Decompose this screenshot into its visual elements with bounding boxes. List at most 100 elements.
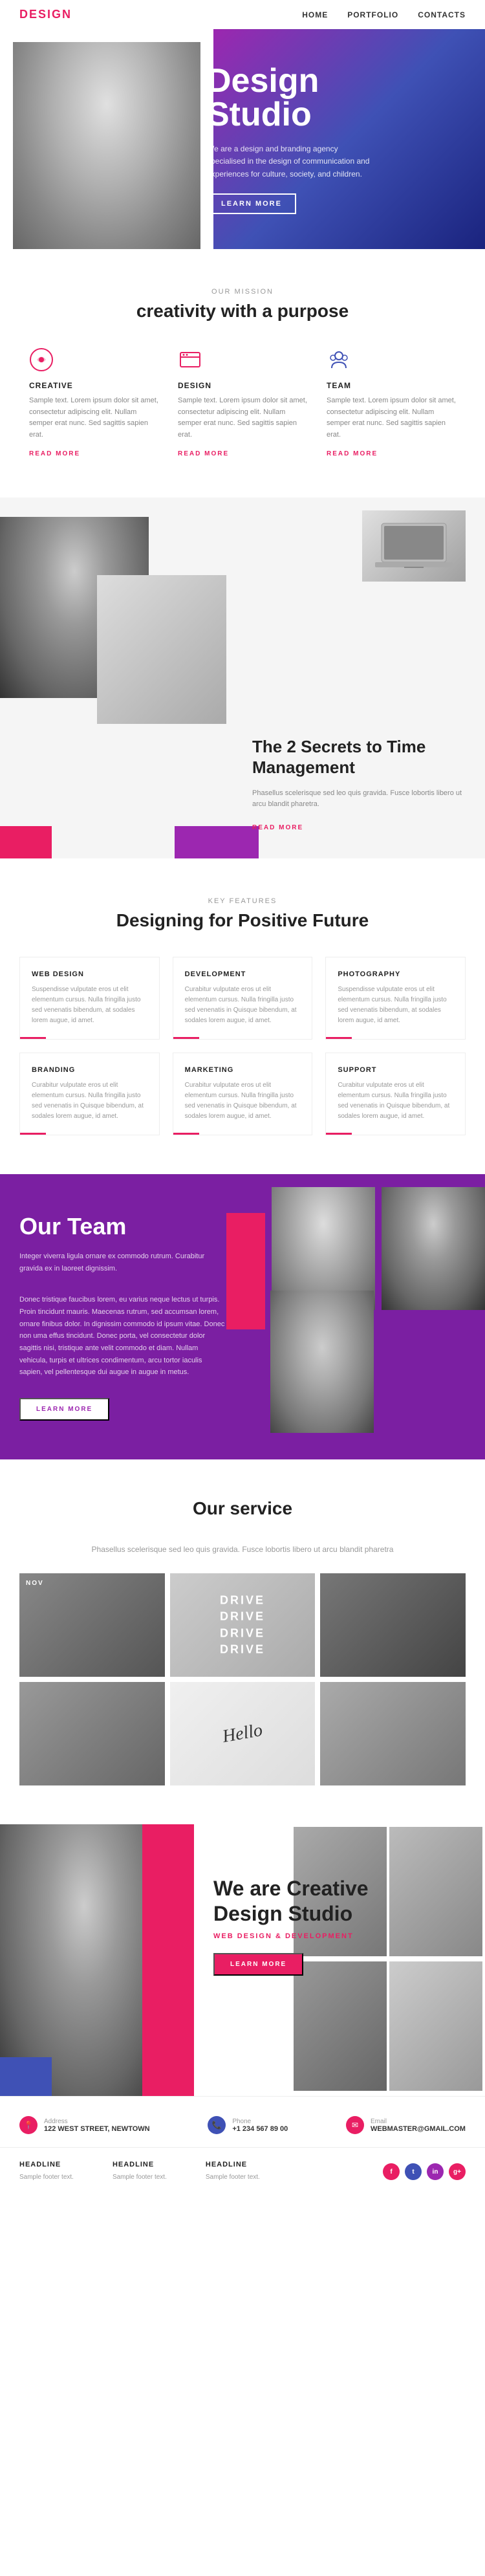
- feature-branding: BRANDING Curabitur vulputate eros ut eli…: [19, 1053, 160, 1135]
- nav-portfolio[interactable]: PORTFOLIO: [347, 10, 398, 19]
- service-cell-hello: Hello: [170, 1682, 316, 1785]
- footer-col-text-1: Sample footer text.: [113, 2172, 167, 2183]
- team-text: Sample text. Lorem ipsum dolor sit amet,…: [327, 395, 456, 441]
- creative-read-more[interactable]: READ MORE: [29, 450, 80, 457]
- footer-columns: HEADLINE Sample footer text. HEADLINE Sa…: [19, 2161, 260, 2183]
- footer-bottom: HEADLINE Sample footer text. HEADLINE Sa…: [0, 2148, 485, 2196]
- creative-icon: [29, 347, 55, 373]
- creative-title: CREATIVE: [29, 381, 158, 390]
- mission-title: creativity with a purpose: [19, 301, 466, 322]
- cta-title: We are CreativeDesign Studio: [213, 1876, 472, 1926]
- cta-subtitle: WEB DESIGN & DEVELOPMENT: [213, 1932, 472, 1940]
- service-cell-badge: [320, 1573, 466, 1677]
- footer-col-title-2: HEADLINE: [206, 2161, 260, 2168]
- logo[interactable]: DESIGN: [19, 8, 72, 21]
- twitter-icon[interactable]: t: [405, 2163, 422, 2180]
- footer-col-0: HEADLINE Sample footer text.: [19, 2161, 74, 2183]
- address-icon: 📍: [19, 2116, 38, 2134]
- nav-home[interactable]: HOME: [302, 10, 328, 19]
- secrets-text: Phasellus scelerisque sed leo quis gravi…: [252, 788, 466, 811]
- service-grid: NOV DRIVEDRIVEDRIVEDRIVE Hello: [19, 1573, 466, 1785]
- mission-grid: CREATIVE Sample text. Lorem ipsum dolor …: [19, 347, 466, 459]
- feature-text-4: Curabitur vulputate eros ut elit element…: [185, 1080, 301, 1122]
- team-cta-button[interactable]: LEARN MORE: [19, 1398, 109, 1421]
- secrets-read-more[interactable]: READ MORE: [252, 824, 303, 831]
- hero-cta-button[interactable]: LEARN MORE: [207, 193, 296, 214]
- nav-contacts[interactable]: CONTACTS: [418, 10, 466, 19]
- design-text: Sample text. Lorem ipsum dolor sit amet,…: [178, 395, 307, 441]
- feature-text-2: Suspendisse vulputate eros ut elit eleme…: [338, 985, 453, 1026]
- feature-text-3: Curabitur vulputate eros ut elit element…: [32, 1080, 147, 1122]
- hello-text: Hello: [221, 1720, 264, 1747]
- footer-col-1: HEADLINE Sample footer text.: [113, 2161, 167, 2183]
- feature-text-5: Curabitur vulputate eros ut elit element…: [338, 1080, 453, 1122]
- laptop-image: [362, 510, 466, 582]
- team-photo-man2: [270, 1291, 374, 1433]
- phone-value: Phone +1 234 567 89 00: [232, 2118, 288, 2133]
- mission-label: OUR MISSION: [19, 288, 466, 296]
- secrets-accent-purple: [175, 826, 259, 858]
- feature-accent-1: [173, 1037, 199, 1039]
- mission-item-creative: CREATIVE Sample text. Lorem ipsum dolor …: [29, 347, 158, 459]
- footer-contact-phone: 📞 Phone +1 234 567 89 00: [208, 2116, 288, 2134]
- secrets-content: The 2 Secrets to Time Management Phasell…: [252, 698, 485, 858]
- creative-text: Sample text. Lorem ipsum dolor sit amet,…: [29, 395, 158, 441]
- feature-title-0: WEB DESIGN: [32, 970, 147, 978]
- footer-contact-address: 📍 Address 122 WEST STREET, NEWTOWN: [19, 2116, 150, 2134]
- cta-section: We are CreativeDesign Studio WEB DESIGN …: [0, 1824, 485, 2096]
- social-icons: f t in g+: [383, 2163, 466, 2180]
- footer-col-2: HEADLINE Sample footer text.: [206, 2161, 260, 2183]
- feature-title-4: MARKETING: [185, 1066, 301, 1074]
- team-content: Our Team Integer viverra ligula ornare e…: [0, 1174, 246, 1459]
- feature-web-design: WEB DESIGN Suspendisse vulputate eros ut…: [19, 957, 160, 1040]
- features-title: Designing for Positive Future: [19, 910, 466, 931]
- service-section: Our service Phasellus scelerisque sed le…: [0, 1459, 485, 1824]
- team-title: Our Team: [19, 1213, 226, 1240]
- googleplus-icon[interactable]: g+: [449, 2163, 466, 2180]
- team-read-more[interactable]: READ MORE: [327, 450, 378, 457]
- drive-text: DRIVEDRIVEDRIVEDRIVE: [220, 1593, 265, 1658]
- linkedin-icon[interactable]: in: [427, 2163, 444, 2180]
- footer: 📍 Address 122 WEST STREET, NEWTOWN 📞 Pho…: [0, 2096, 485, 2196]
- mission-item-design: DESIGN Sample text. Lorem ipsum dolor si…: [178, 347, 307, 459]
- feature-title-3: BRANDING: [32, 1066, 147, 1074]
- secrets-section: The 2 Secrets to Time Management Phasell…: [0, 497, 485, 858]
- nov-label: NOV: [26, 1580, 44, 1587]
- team-body-text: Donec tristique faucibus lorem, eu variu…: [19, 1294, 226, 1379]
- team-photos: [252, 1174, 485, 1446]
- cta-button[interactable]: LEARN MORE: [213, 1953, 303, 1976]
- mission-item-team: TEAM Sample text. Lorem ipsum dolor sit …: [327, 347, 456, 459]
- email-icon: ✉: [346, 2116, 364, 2134]
- footer-contact-email: ✉ Email WEBMASTER@GMAIL.COM: [346, 2116, 466, 2134]
- service-header: Our service Phasellus scelerisque sed le…: [19, 1498, 466, 1554]
- service-cell-nov: NOV: [19, 1573, 165, 1677]
- service-cell-bottle: [19, 1682, 165, 1785]
- feature-text-0: Suspendisse vulputate eros ut elit eleme…: [32, 985, 147, 1026]
- feature-accent-0: [20, 1037, 46, 1039]
- hero-description: We are a design and branding agency spec…: [207, 143, 375, 180]
- facebook-icon[interactable]: f: [383, 2163, 400, 2180]
- feature-support: SUPPORT Curabitur vulputate eros ut elit…: [325, 1053, 466, 1135]
- features-label: KEY FEATURES: [19, 897, 466, 905]
- footer-col-text-0: Sample footer text.: [19, 2172, 74, 2183]
- feature-photography: PHOTOGRAPHY Suspendisse vulputate eros u…: [325, 957, 466, 1040]
- cta-accent-blue: [0, 2057, 52, 2096]
- features-grid: WEB DESIGN Suspendisse vulputate eros ut…: [19, 957, 466, 1135]
- hero-section: DesignStudio We are a design and brandin…: [0, 29, 485, 249]
- team-section: Our Team Integer viverra ligula ornare e…: [0, 1174, 485, 1459]
- secrets-accent-red: [0, 826, 52, 858]
- navigation: DESIGN HOME PORTFOLIO CONTACTS: [0, 0, 485, 29]
- team-icon: [327, 347, 352, 373]
- feature-marketing: MARKETING Curabitur vulputate eros ut el…: [173, 1053, 313, 1135]
- feature-accent-5: [326, 1133, 352, 1135]
- footer-contacts: 📍 Address 122 WEST STREET, NEWTOWN 📞 Pho…: [0, 2097, 485, 2148]
- features-section: KEY FEATURES Designing for Positive Futu…: [0, 858, 485, 1174]
- design-title: DESIGN: [178, 381, 307, 390]
- design-icon: [178, 347, 204, 373]
- hero-person-photo: [13, 42, 200, 249]
- secrets-title: The 2 Secrets to Time Management: [252, 737, 466, 777]
- nav-links: HOME PORTFOLIO CONTACTS: [302, 10, 466, 19]
- cta-accent-red: [142, 1824, 194, 2096]
- service-desc: Phasellus scelerisque sed leo quis gravi…: [19, 1545, 466, 1554]
- design-read-more[interactable]: READ MORE: [178, 450, 229, 457]
